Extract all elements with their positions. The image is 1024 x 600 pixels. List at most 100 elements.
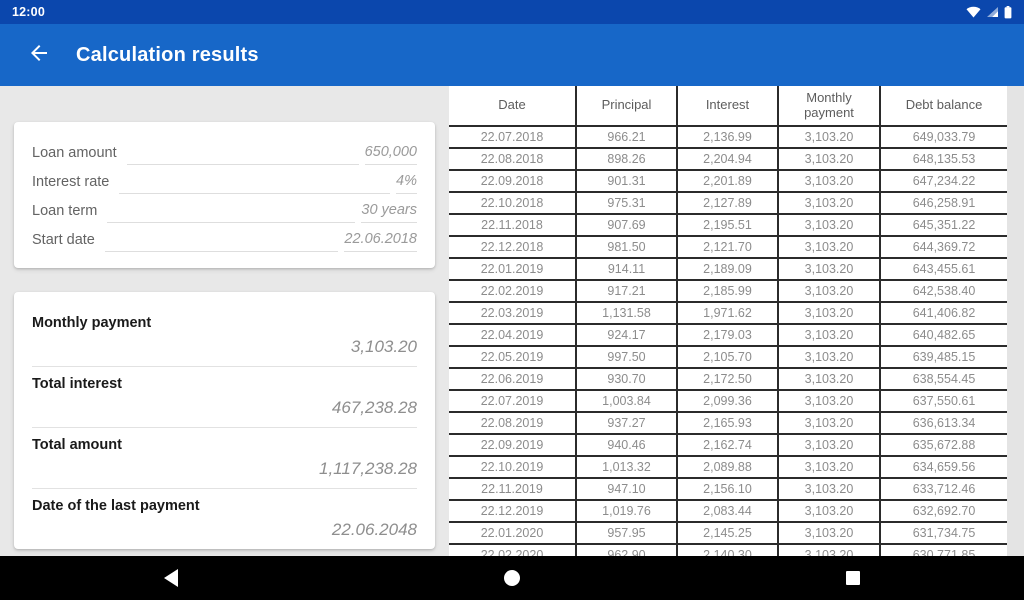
cell-debt-balance: 643,455.61 [880,258,1007,281]
battery-icon [1004,5,1012,19]
cell-monthly-payment: 3,103.20 [778,148,881,171]
result-value-monthly-payment: 3,103.20 [350,337,417,356]
result-label-monthly-payment: Monthly payment [32,315,152,331]
recents-square-icon [846,571,861,585]
cell-monthly-payment: 3,103.20 [778,214,881,237]
cell-monthly-payment: 3,103.20 [778,236,881,259]
cell-monthly-payment: 3,103.20 [778,170,881,193]
cell-principal: 981.50 [576,236,678,259]
cell-date: 22.11.2019 [449,478,577,501]
cell-interest: 2,156.10 [677,478,779,501]
cell-date: 22.09.2019 [449,434,577,457]
input-label-loan-amount: Loan amount [32,145,117,161]
input-underline [126,143,359,165]
amortization-schedule-scroll[interactable]: Date Principal Interest Monthly payment D… [449,86,1024,556]
cell-date: 22.11.2018 [449,214,577,237]
summary-pane: Loan amount 650,000 Interest rate 4% Loa… [0,86,449,556]
cell-debt-balance: 634,659.56 [880,456,1007,479]
cell-monthly-payment: 3,103.20 [778,544,881,556]
result-total-amount: Total amount 1,117,238.28 [32,428,417,488]
nav-recents-button[interactable] [823,556,883,600]
cell-interest: 2,099.36 [677,390,779,413]
input-label-start-date: Start date [32,232,95,248]
input-row-interest-rate[interactable]: Interest rate 4% [32,165,417,194]
cell-debt-balance: 637,550.61 [880,390,1007,413]
cell-interest: 2,179.03 [677,324,779,347]
input-underline [119,172,391,194]
table-row: 22.01.2020 957.95 2,145.25 3,103.20 631,734.… [449,522,1007,545]
input-value-start-date: 22.06.2018 [344,230,417,252]
cell-interest: 2,136.99 [677,126,779,149]
result-total-interest: Total interest 467,238.28 [32,367,417,427]
cell-interest: 2,195.51 [677,214,779,237]
cell-debt-balance: 646,258.91 [880,192,1007,215]
table-row: 22.06.2019 930.70 2,172.50 3,103.20 638,554.… [449,368,1007,391]
nav-back-button[interactable] [141,556,201,600]
cell-debt-balance: 636,613.34 [880,412,1007,435]
table-row: 22.12.2019 1,019.76 2,083.44 3,103.20 632,69… [449,500,1007,523]
input-row-start-date[interactable]: Start date 22.06.2018 [32,223,417,252]
table-row: 22.05.2019 997.50 2,105.70 3,103.20 639,485.… [449,346,1007,369]
column-header-interest: Interest [677,86,779,127]
table-row: 22.11.2018 907.69 2,195.51 3,103.20 645,351.… [449,214,1007,237]
cell-date: 22.01.2019 [449,258,577,281]
cell-monthly-payment: 3,103.20 [778,456,881,479]
table-row: 22.07.2018 966.21 2,136.99 3,103.20 649,033.… [449,126,1007,149]
table-row: 22.11.2019 947.10 2,156.10 3,103.20 633,712.… [449,478,1007,501]
cell-interest: 2,083.44 [677,500,779,523]
back-triangle-icon [163,569,178,587]
status-bar: 12:00 [0,0,1024,24]
column-header-monthly-payment: Monthly payment [778,86,881,127]
table-row: 22.02.2020 962.90 2,140.30 3,103.20 630,771.… [449,544,1007,556]
cell-monthly-payment: 3,103.20 [778,478,881,501]
cell-debt-balance: 645,351.22 [880,214,1007,237]
cell-debt-balance: 640,482.65 [880,324,1007,347]
input-label-interest-rate: Interest rate [32,174,110,190]
input-label-loan-term: Loan term [32,203,98,219]
cell-interest: 2,204.94 [677,148,779,171]
table-row: 22.01.2019 914.11 2,189.09 3,103.20 643,455.… [449,258,1007,281]
cell-date: 22.03.2019 [449,302,577,325]
cell-principal: 966.21 [576,126,678,149]
cell-date: 22.10.2019 [449,456,577,479]
wifi-icon [966,6,981,18]
input-row-loan-amount[interactable]: Loan amount 650,000 [32,136,417,165]
cell-debt-balance: 644,369.72 [880,236,1007,259]
status-bar-icons [966,5,1012,19]
cell-date: 22.12.2018 [449,236,577,259]
cell-debt-balance: 641,406.82 [880,302,1007,325]
cell-principal: 947.10 [576,478,678,501]
cell-debt-balance: 630,771.85 [880,544,1007,556]
input-row-loan-term[interactable]: Loan term 30 years [32,194,417,223]
cell-principal: 914.11 [576,258,678,281]
input-underline [107,201,356,223]
table-row: 22.02.2019 917.21 2,185.99 3,103.20 642,538.… [449,280,1007,303]
nav-home-button[interactable] [482,556,542,600]
table-row: 22.08.2018 898.26 2,204.94 3,103.20 648,135.… [449,148,1007,171]
back-button[interactable] [24,40,54,70]
cellular-signal-icon [986,6,999,18]
cell-monthly-payment: 3,103.20 [778,126,881,149]
cell-monthly-payment: 3,103.20 [778,500,881,523]
cell-interest: 2,185.99 [677,280,779,303]
cell-principal: 1,131.58 [576,302,678,325]
table-row: 22.09.2019 940.46 2,162.74 3,103.20 635,672.… [449,434,1007,457]
table-header: Date Principal Interest Monthly payment D… [449,86,1007,127]
cell-principal: 1,019.76 [576,500,678,523]
cell-date: 22.09.2018 [449,170,577,193]
cell-principal: 957.95 [576,522,678,545]
cell-interest: 2,145.25 [677,522,779,545]
input-value-interest-rate: 4% [396,172,417,194]
cell-date: 22.07.2019 [449,390,577,413]
cell-principal: 962.90 [576,544,678,556]
cell-principal: 917.21 [576,280,678,303]
cell-interest: 2,162.74 [677,434,779,457]
amortization-schedule-table: Date Principal Interest Monthly payment D… [449,86,1007,556]
cell-debt-balance: 648,135.53 [880,148,1007,171]
cell-principal: 930.70 [576,368,678,391]
cell-monthly-payment: 3,103.20 [778,302,881,325]
column-header-date: Date [449,86,577,127]
cell-interest: 2,121.70 [677,236,779,259]
table-row: 22.09.2018 901.31 2,201.89 3,103.20 647,234.… [449,170,1007,193]
result-value-last-payment-date: 22.06.2048 [331,520,417,539]
